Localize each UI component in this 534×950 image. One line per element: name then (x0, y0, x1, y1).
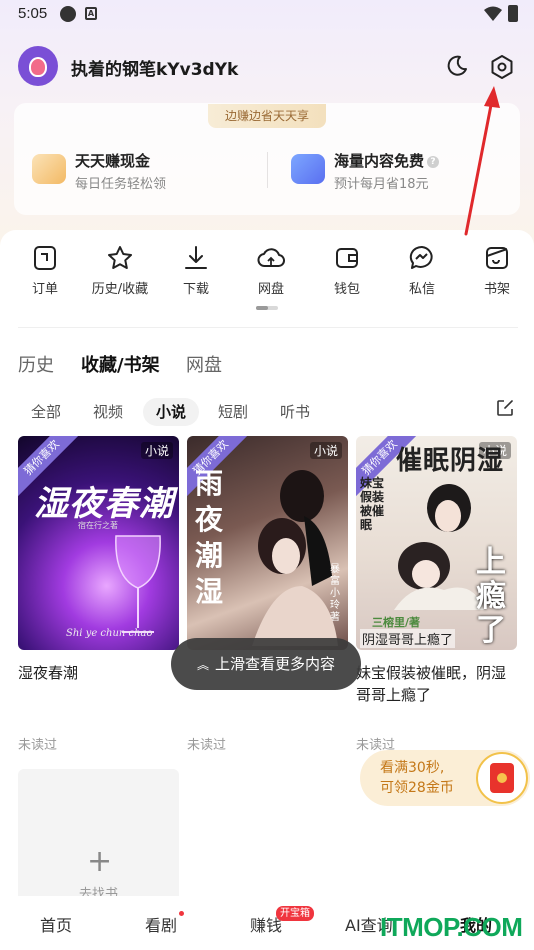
read-status: 未读过 (187, 738, 227, 753)
book-card[interactable]: 猜你喜欢 小说 催眠阴湿 妹宝假装被催眠 上瘾了 三榕里/著 阴湿哥哥上瘾了 妹… (356, 436, 517, 706)
notification-dot (179, 911, 184, 916)
book-title[interactable]: 湿夜春潮 (18, 662, 179, 684)
tab-history[interactable]: 历史 (18, 351, 54, 377)
perk-subtitle: 预计每月省18元 (334, 177, 429, 192)
divider (18, 327, 518, 328)
cover-title: 雨夜潮湿 (195, 467, 224, 608)
book-card[interactable]: 猜你喜欢 小说 雨夜潮湿 暴富小玲 著 (187, 436, 348, 662)
quick-action-download[interactable]: 下载 (166, 244, 226, 297)
perk-earn-cash[interactable]: 天天赚现金 每日任务轻松领 (32, 150, 252, 194)
settings-icon[interactable] (489, 54, 515, 80)
book-cover[interactable]: 猜你喜欢 小说 催眠阴湿 妹宝假装被催眠 上瘾了 三榕里/著 阴湿哥哥上瘾了 (356, 436, 517, 650)
a-notification-icon: A (85, 7, 97, 20)
status-time: 5:05 (18, 5, 48, 22)
quick-action-order[interactable]: 订单 (15, 244, 75, 297)
cover-author: 宿在行之著 (78, 521, 118, 530)
perk-title: 海量内容免费? (334, 150, 440, 171)
perk-free-content[interactable]: 海量内容免费? 预计每月省18元 (291, 150, 511, 194)
order-icon (34, 246, 56, 270)
quick-action-wallet[interactable]: 钱包 (317, 244, 377, 297)
red-envelope-icon[interactable] (476, 752, 528, 804)
filter-novel[interactable]: 小说 (143, 398, 200, 426)
star-icon (108, 246, 132, 269)
reward-line-2: 可领28金币 (380, 780, 454, 796)
coin-icon (32, 154, 66, 184)
filter-short-drama[interactable]: 短剧 (218, 398, 248, 426)
cover-author: 三榕里/著 (372, 616, 421, 629)
perk-title: 天天赚现金 (75, 152, 151, 170)
reward-line-1: 看满30秒, (380, 760, 445, 776)
cover-big-text: 上瘾了 (476, 545, 506, 648)
chevron-up-icon: ︽ (196, 658, 209, 672)
cover-tagline: 阴湿哥哥上瘾了 (360, 629, 456, 648)
cover-subtitle: 妹宝假装被催眠 (360, 476, 385, 532)
perk-subtitle: 每日任务轻松领 (75, 177, 167, 192)
watermark: ITMOP.COM (380, 912, 523, 942)
book-cover[interactable]: 猜你喜欢 小说 雨夜潮湿 暴富小玲 著 (187, 436, 348, 650)
message-icon (409, 245, 433, 269)
book-cover[interactable]: 猜你喜欢 小说 湿夜春潮 宿在行之著 Shi ye chun chao (18, 436, 179, 650)
nav-watch-drama[interactable]: 看剧 (145, 912, 177, 936)
username[interactable]: 执着的钢笔kYv3dYk (71, 55, 238, 80)
vip-banner: 边赚边省天天享 (208, 104, 326, 128)
quick-action-cloud[interactable]: 网盘 (241, 244, 301, 297)
cover-pinyin: Shi ye chun chao (66, 628, 153, 639)
quick-action-history[interactable]: 历史/收藏 (90, 244, 150, 297)
cover-title: 催眠阴湿 (396, 446, 505, 476)
couple-illustration (394, 484, 484, 610)
filter-all[interactable]: 全部 (31, 398, 61, 426)
tab-cloud-drive[interactable]: 网盘 (186, 351, 222, 377)
bookshelf-icon (486, 247, 508, 269)
tab-favorites-bookshelf[interactable]: 收藏/书架 (81, 351, 160, 377)
plus-icon: + (87, 844, 113, 879)
scroll-hint-toast: ︽ 上滑查看更多内容 (171, 638, 361, 690)
wine-glass-illustration (115, 535, 161, 633)
status-bar: 5:05 A (0, 0, 534, 30)
cover-author: 暴富小玲 著 (330, 564, 340, 623)
moon-icon[interactable] (445, 54, 469, 78)
book-title[interactable]: 妹宝假装被催眠，阴湿哥哥上瘾了 (356, 662, 517, 706)
wifi-icon (484, 6, 502, 21)
type-badge: 小说 (140, 442, 173, 459)
battery-icon (508, 5, 518, 22)
filter-audiobook[interactable]: 听书 (280, 398, 310, 426)
cloud-icon (257, 248, 285, 267)
quick-action-bookshelf[interactable]: 书架 (467, 244, 527, 297)
quick-action-message[interactable]: 私信 (392, 244, 452, 297)
page-indicator (256, 306, 278, 310)
nav-home[interactable]: 首页 (40, 912, 72, 936)
add-book-card[interactable]: + 去找书 (18, 769, 179, 904)
treasure-badge: 开宝箱 (276, 906, 314, 921)
wallet-icon (336, 248, 358, 268)
app-notification-icon (60, 6, 76, 22)
filter-video[interactable]: 视频 (93, 398, 123, 426)
cover-title: 湿夜春潮 (34, 484, 174, 524)
read-status: 未读过 (18, 738, 58, 753)
edit-icon[interactable] (495, 398, 515, 418)
book-card[interactable]: 猜你喜欢 小说 湿夜春潮 宿在行之著 Shi ye chun chao 湿夜春潮 (18, 436, 179, 684)
perk-divider (267, 152, 268, 188)
clapperboard-icon (291, 154, 325, 184)
download-icon (185, 246, 207, 269)
couple-illustration (252, 470, 338, 646)
avatar[interactable] (18, 46, 58, 86)
help-icon[interactable]: ? (427, 156, 440, 168)
